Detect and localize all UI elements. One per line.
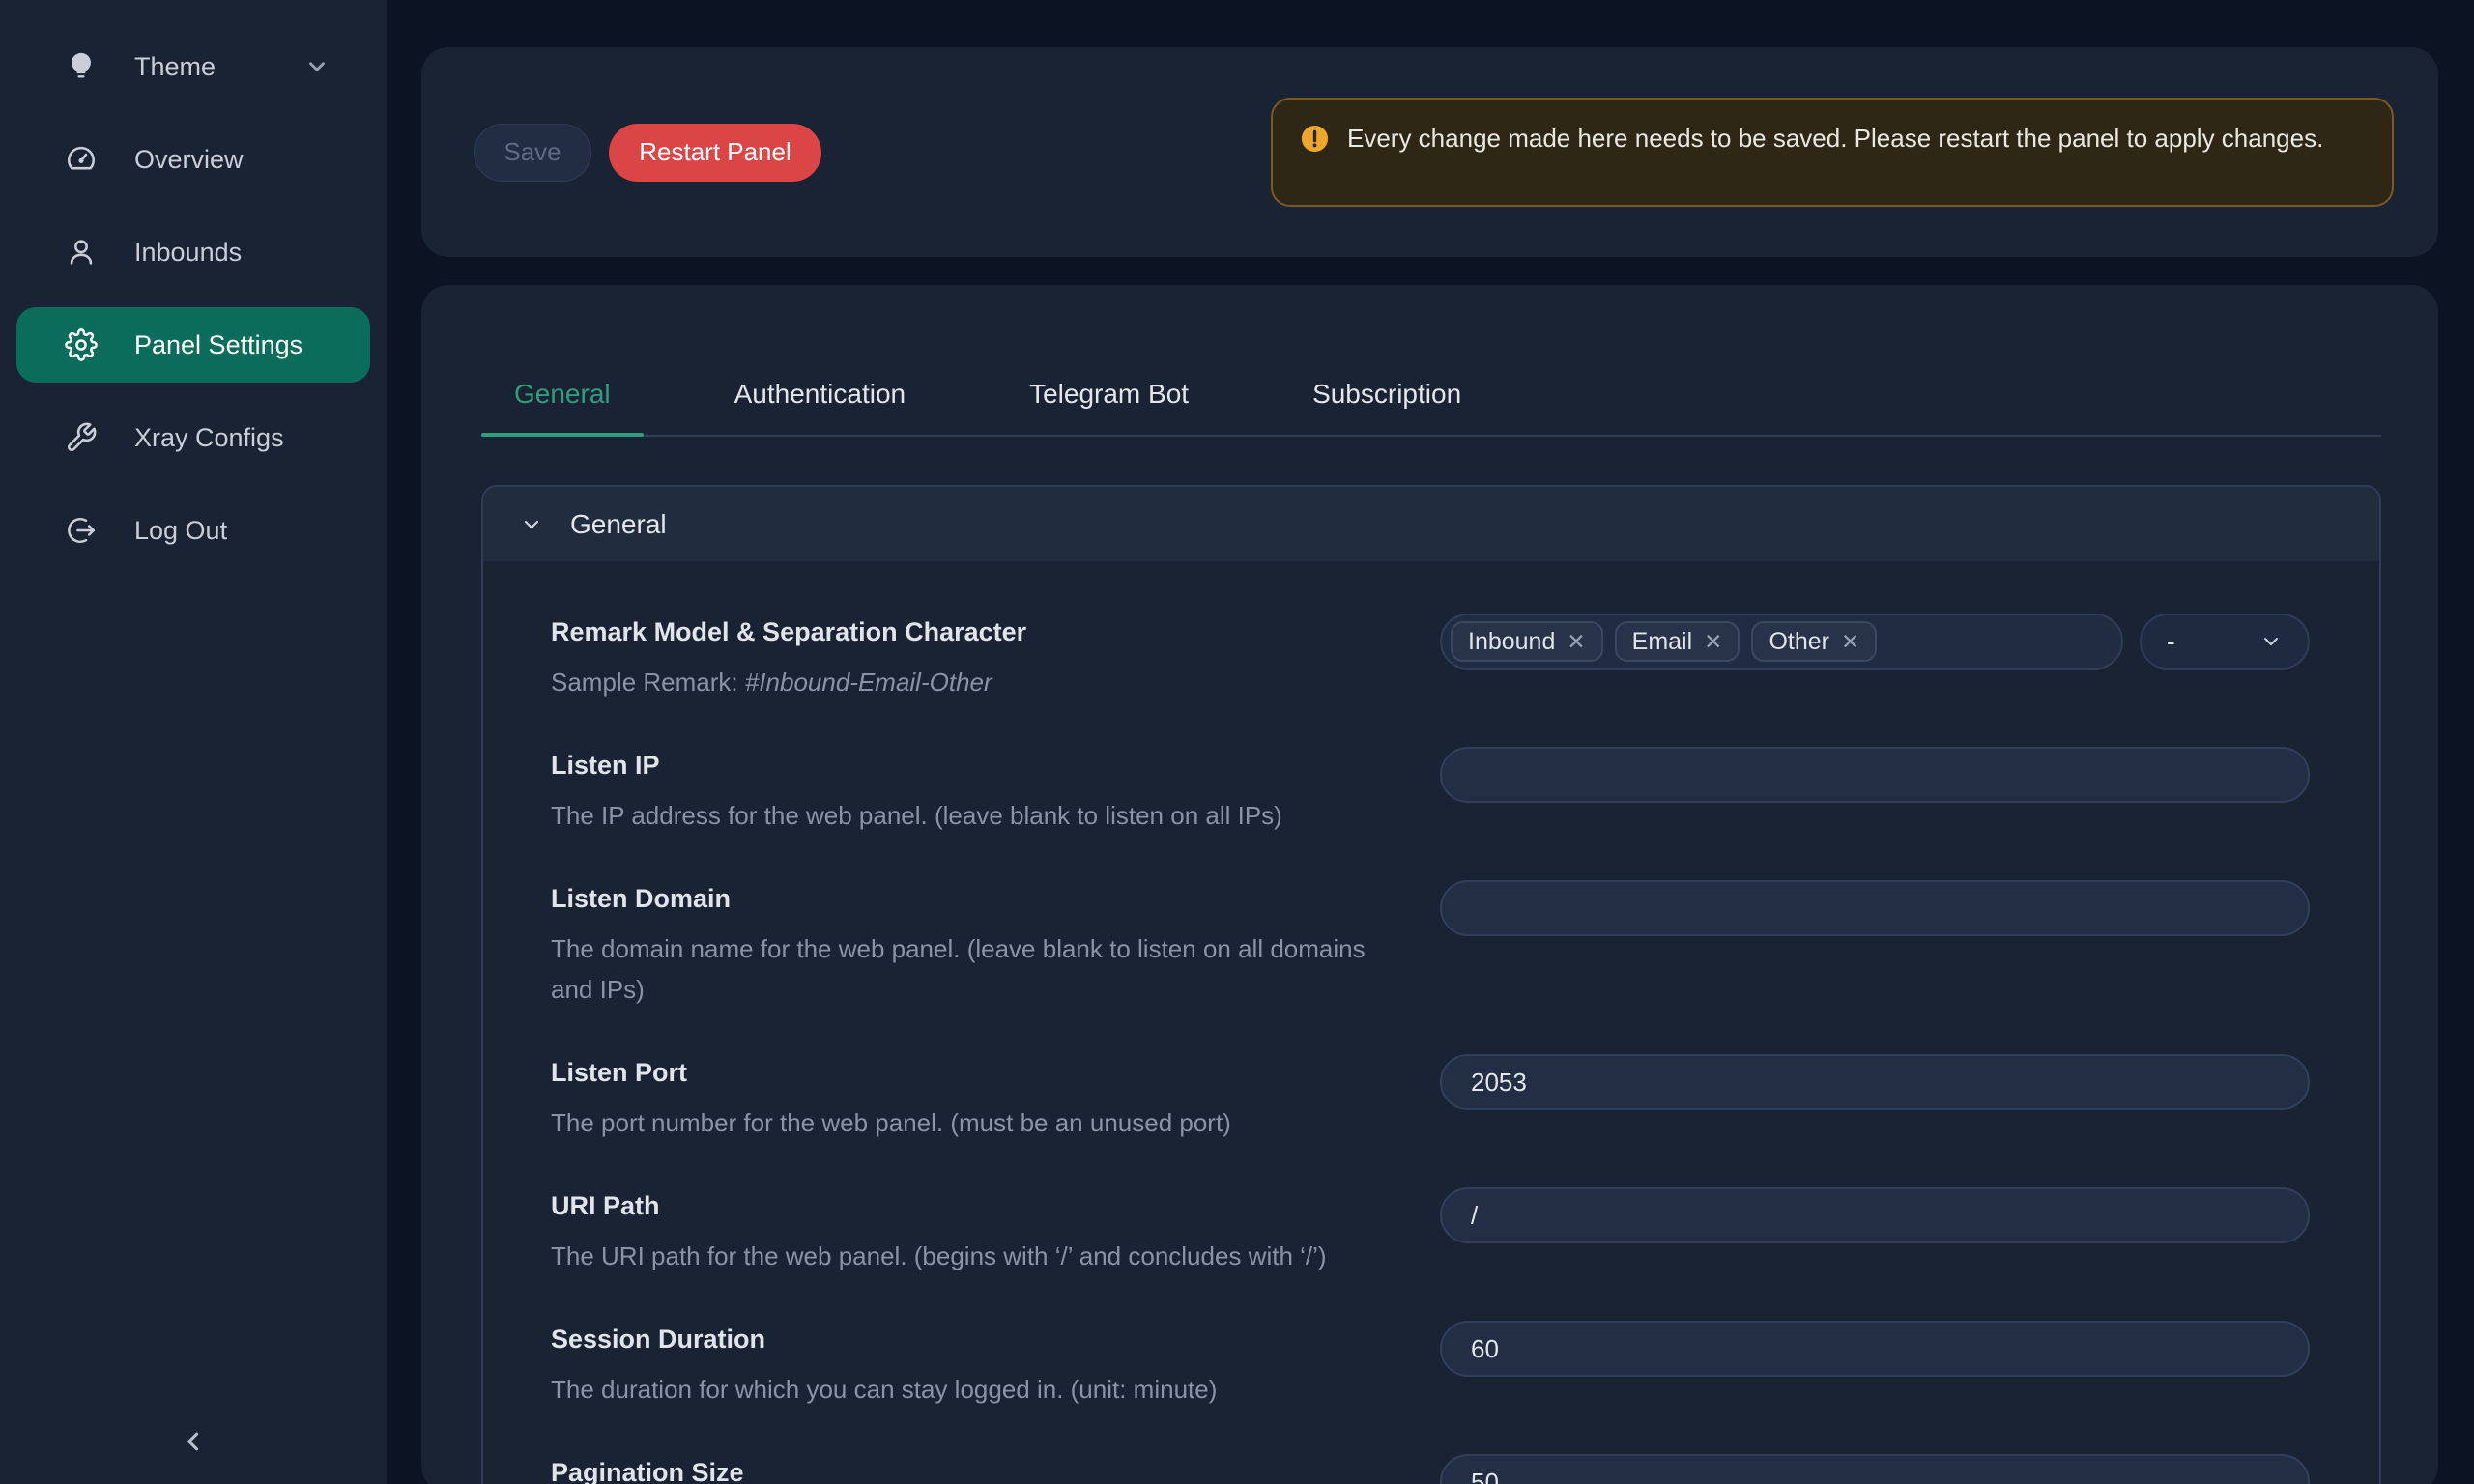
sidebar-item-xray-configs[interactable]: Xray Configs [16,400,370,475]
sidebar-item-label: Theme [134,52,216,82]
sidebar-item-overview[interactable]: Overview [16,122,370,197]
restart-panel-button[interactable]: Restart Panel [609,124,821,182]
sample-remark-prefix: Sample Remark: [551,668,745,697]
field-description: The URI path for the web panel. (begins … [551,1236,1401,1276]
form-row-remark: Remark Model & Separation Character Samp… [551,614,2310,702]
general-collapse-panel: General Remark Model & Separation Charac… [481,485,2381,1484]
separator-select[interactable]: - [2140,614,2310,670]
form-row-session-duration: Session Duration The duration for which … [551,1321,2310,1410]
chevron-down-icon [520,513,543,536]
listen-port-input[interactable] [1440,1054,2310,1110]
logout-icon [65,514,98,547]
toolbar-card: Save Restart Panel Every change made her… [421,47,2438,257]
field-description: The domain name for the web panel. (leav… [551,928,1401,1010]
sidebar-item-log-out[interactable]: Log Out [16,493,370,568]
alert-text: Every change made here needs to be saved… [1347,117,2323,159]
pagination-size-input[interactable] [1440,1454,2310,1484]
form-row-listen-ip: Listen IP The IP address for the web pan… [551,747,2310,836]
sidebar-item-label: Inbounds [134,238,242,268]
tag-label: Inbound [1468,628,1555,656]
sample-remark-value: #Inbound-Email-Other [745,668,992,697]
close-icon[interactable]: ✕ [1841,631,1859,653]
sidebar: Theme Overview Inbounds [0,0,387,1484]
remark-model-tags-input[interactable]: Inbound ✕ Email ✕ Other ✕ [1440,614,2123,670]
field-label: Listen Port [551,1054,1401,1091]
chevron-down-icon [2259,630,2283,653]
field-label: Remark Model & Separation Character [551,614,1401,650]
field-description: The port number for the web panel. (must… [551,1102,1401,1143]
main-content: Save Restart Panel Every change made her… [421,0,2438,1484]
sidebar-item-label: Log Out [134,516,227,546]
field-label: Listen IP [551,747,1401,784]
settings-tabs: General Authentication Telegram Bot Subs… [481,285,2381,437]
form-row-pagination-size: Pagination Size [551,1454,2310,1484]
tab-authentication[interactable]: Authentication [702,378,938,435]
close-icon[interactable]: ✕ [1704,631,1722,653]
sidebar-collapse-button[interactable] [174,1422,213,1461]
form-row-listen-port: Listen Port The port number for the web … [551,1054,2310,1143]
chevron-left-icon [177,1425,210,1458]
tag-chip[interactable]: Email ✕ [1615,621,1740,662]
general-collapse-header[interactable]: General [483,487,2379,561]
sidebar-item-inbounds[interactable]: Inbounds [16,214,370,290]
user-icon [65,236,98,269]
session-duration-input[interactable] [1440,1321,2310,1377]
field-label: URI Path [551,1187,1401,1224]
gear-icon [65,328,98,361]
sidebar-item-panel-settings[interactable]: Panel Settings [16,307,370,383]
restart-warning-alert: Every change made here needs to be saved… [1271,98,2394,207]
uri-path-input[interactable] [1440,1187,2310,1243]
listen-domain-input[interactable] [1440,880,2310,936]
section-title: General [570,509,667,540]
form-row-uri-path: URI Path The URI path for the web panel.… [551,1187,2310,1276]
warning-icon [1300,124,1330,154]
bulb-icon [65,50,98,83]
gauge-icon [65,143,98,176]
general-form: Remark Model & Separation Character Samp… [483,561,2379,1484]
close-icon[interactable]: ✕ [1567,631,1585,653]
tag-chip[interactable]: Inbound ✕ [1451,621,1603,662]
sidebar-item-label: Xray Configs [134,423,284,453]
form-row-listen-domain: Listen Domain The domain name for the we… [551,880,2310,1010]
field-label: Session Duration [551,1321,1401,1357]
chevron-down-icon [304,54,330,79]
field-description: Sample Remark: #Inbound-Email-Other [551,662,1401,702]
wrench-icon [65,421,98,454]
sidebar-item-label: Overview [134,145,244,175]
field-description: The duration for which you can stay logg… [551,1369,1401,1410]
tab-telegram-bot[interactable]: Telegram Bot [996,378,1222,435]
listen-ip-input[interactable] [1440,747,2310,803]
tab-subscription[interactable]: Subscription [1280,378,1494,435]
separator-value: - [2167,627,2175,657]
settings-card: General Authentication Telegram Bot Subs… [421,285,2438,1484]
save-button[interactable]: Save [474,124,591,182]
tab-general[interactable]: General [481,378,644,435]
field-description: The IP address for the web panel. (leave… [551,795,1401,836]
field-label: Listen Domain [551,880,1401,917]
tag-label: Other [1769,628,1829,656]
sidebar-item-label: Panel Settings [134,330,302,360]
sidebar-item-theme[interactable]: Theme [16,29,370,104]
tag-label: Email [1632,628,1693,656]
field-label: Pagination Size [551,1454,1401,1484]
tag-chip[interactable]: Other ✕ [1751,621,1877,662]
